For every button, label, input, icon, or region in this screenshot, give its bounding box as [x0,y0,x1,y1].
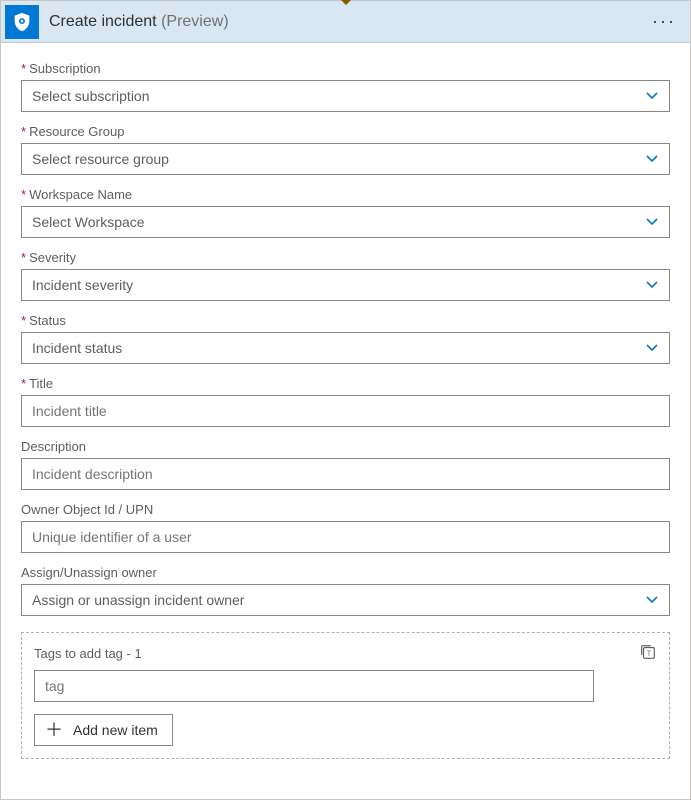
field-title: *Title [21,376,670,427]
chevron-down-icon [645,593,659,607]
field-subscription: *Subscription Select subscription [21,61,670,112]
input-owner-object-id[interactable] [21,521,670,553]
field-status: *Status Incident status [21,313,670,364]
label-subscription: *Subscription [21,61,670,76]
label-severity: *Severity [21,250,670,265]
input-description[interactable] [21,458,670,490]
dropdown-workspace-name[interactable]: Select Workspace [21,206,670,238]
field-assign-owner: Assign/Unassign owner Assign or unassign… [21,565,670,616]
input-tag[interactable] [34,670,594,702]
svg-text:T: T [647,650,652,658]
plus-icon: ＋ [45,721,63,739]
label-owner-object-id: Owner Object Id / UPN [21,502,670,517]
tags-group-label: Tags to add tag - 1 [34,646,142,661]
dropdown-assign-owner[interactable]: Assign or unassign incident owner [21,584,670,616]
dynamic-content-icon[interactable]: T [639,643,657,664]
field-owner-object-id: Owner Object Id / UPN [21,502,670,553]
card-more-menu[interactable]: ··· [648,11,680,32]
dropdown-resource-group[interactable]: Select resource group [21,143,670,175]
card-title-preview: (Preview) [161,13,229,30]
input-title[interactable] [21,395,670,427]
dropdown-resource-group-placeholder: Select resource group [32,151,645,167]
card-header: Create incident (Preview) ··· [1,1,690,43]
field-resource-group: *Resource Group Select resource group [21,124,670,175]
field-workspace-name: *Workspace Name Select Workspace [21,187,670,238]
card-body: *Subscription Select subscription *Resou… [1,43,690,779]
label-description: Description [21,439,670,454]
field-severity: *Severity Incident severity [21,250,670,301]
chevron-down-icon [645,341,659,355]
label-resource-group: *Resource Group [21,124,670,139]
dropdown-workspace-name-placeholder: Select Workspace [32,214,645,230]
chevron-down-icon [645,152,659,166]
sentinel-shield-icon [5,5,39,39]
label-workspace-name: *Workspace Name [21,187,670,202]
card-title: Create incident (Preview) [49,13,229,31]
tags-header: Tags to add tag - 1 T [34,643,657,664]
dropdown-status[interactable]: Incident status [21,332,670,364]
dropdown-assign-owner-placeholder: Assign or unassign incident owner [32,592,645,608]
chevron-down-icon [645,278,659,292]
create-incident-card: Create incident (Preview) ··· *Subscript… [1,1,690,799]
input-title-field[interactable] [32,403,659,419]
tag-row-1 [34,670,657,702]
label-assign-owner: Assign/Unassign owner [21,565,670,580]
chevron-down-icon [645,89,659,103]
dropdown-status-placeholder: Incident status [32,340,645,356]
add-new-item-label: Add new item [73,722,158,738]
tags-group: Tags to add tag - 1 T ＋ Add new item [21,632,670,759]
input-owner-object-id-field[interactable] [32,529,659,545]
card-title-text: Create incident [49,13,157,30]
dropdown-severity-placeholder: Incident severity [32,277,645,293]
input-tag-field[interactable] [45,678,583,694]
dropdown-subscription-placeholder: Select subscription [32,88,645,104]
field-description: Description [21,439,670,490]
collapse-chevron-icon[interactable] [340,0,352,5]
chevron-down-icon [645,215,659,229]
add-new-item-button[interactable]: ＋ Add new item [34,714,173,746]
dropdown-severity[interactable]: Incident severity [21,269,670,301]
input-description-field[interactable] [32,466,659,482]
label-status: *Status [21,313,670,328]
label-title: *Title [21,376,670,391]
dropdown-subscription[interactable]: Select subscription [21,80,670,112]
